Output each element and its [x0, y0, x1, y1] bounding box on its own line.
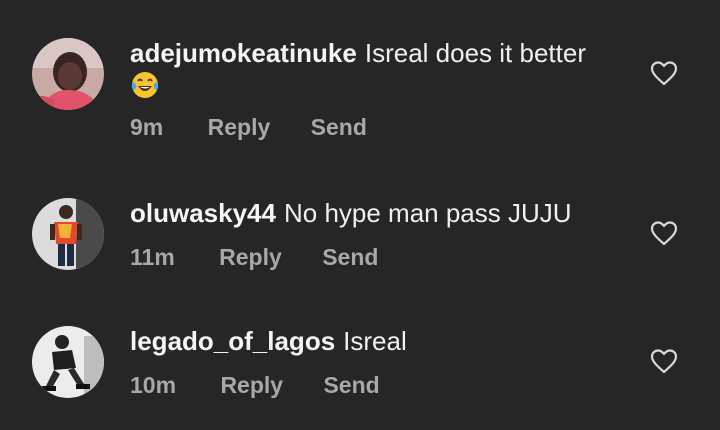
comment-username[interactable]: adejumokeatinuke: [130, 38, 357, 68]
send-button[interactable]: Send: [311, 112, 367, 142]
comment-body: legado_of_lagos Isreal 10m Reply Send: [130, 324, 630, 400]
reply-button[interactable]: Reply: [208, 112, 271, 142]
avatar[interactable]: [32, 38, 104, 110]
comment-time: 10m: [130, 372, 177, 398]
emoji-line: [130, 70, 630, 100]
comment-username[interactable]: legado_of_lagos: [130, 326, 335, 356]
avatar-image: [32, 326, 104, 398]
comment-meta: 9m Reply Send: [130, 112, 630, 142]
comment-text: Isreal: [343, 326, 407, 356]
avatar-image: [32, 38, 104, 110]
send-button[interactable]: Send: [323, 370, 379, 400]
comment-text-line: adejumokeatinuke Isreal does it better: [130, 36, 630, 70]
face-with-tears-of-joy-icon: [131, 72, 159, 98]
comment-text-line: oluwasky44 No hype man pass JUJU: [130, 196, 630, 230]
reply-button[interactable]: Reply: [219, 242, 282, 272]
comment-body: oluwasky44 No hype man pass JUJU 11m Repl…: [130, 196, 630, 272]
comment-time: 11m: [130, 244, 175, 270]
comment-list: adejumokeatinuke Isreal does it better 9m…: [0, 0, 720, 430]
heart-outline-icon[interactable]: [650, 220, 678, 246]
send-button[interactable]: Send: [322, 242, 378, 272]
comment-text: Isreal does it better: [364, 38, 586, 68]
comment-body: adejumokeatinuke Isreal does it better 9m…: [130, 36, 630, 142]
avatar[interactable]: [32, 198, 104, 270]
avatar[interactable]: [32, 326, 104, 398]
comment-text: No hype man pass JUJU: [283, 198, 572, 228]
comment-meta: 11m Reply Send: [130, 242, 630, 272]
avatar-image: [32, 198, 104, 270]
comment-time: 9m: [130, 114, 164, 140]
comment-meta: 10m Reply Send: [130, 370, 630, 400]
comment-username[interactable]: oluwasky44: [130, 198, 276, 228]
comment-text-line: legado_of_lagos Isreal: [130, 324, 630, 358]
heart-outline-icon[interactable]: [650, 348, 678, 374]
reply-button[interactable]: Reply: [220, 370, 283, 400]
heart-outline-icon[interactable]: [650, 60, 678, 86]
